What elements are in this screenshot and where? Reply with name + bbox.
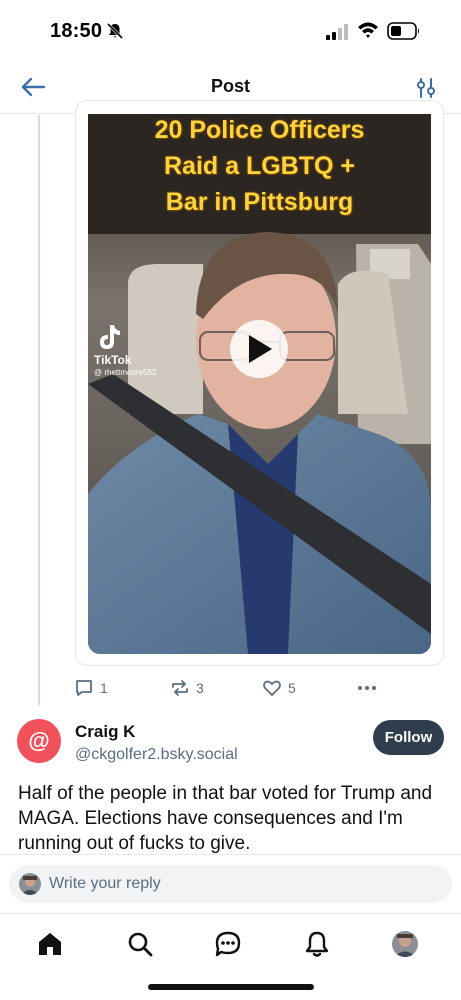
video-caption-line-3: Bar in Pittsburg bbox=[165, 188, 354, 216]
reply-input[interactable]: Write your reply bbox=[9, 865, 452, 903]
like-count: 5 bbox=[288, 680, 296, 696]
follow-button[interactable]: Follow bbox=[373, 720, 444, 755]
status-time: 18:50 bbox=[50, 20, 103, 42]
tiktok-label: TikTok bbox=[94, 353, 132, 367]
play-button[interactable] bbox=[230, 320, 288, 378]
repost-count: 3 bbox=[196, 680, 204, 696]
status-bar: 18:50 bbox=[0, 0, 461, 62]
reply-action[interactable]: 1 bbox=[74, 676, 108, 700]
author-display-name[interactable]: Craig K bbox=[75, 722, 135, 742]
bell-slash-icon bbox=[106, 22, 124, 40]
video-caption-line-2: Raid a LGBTQ + bbox=[163, 152, 355, 180]
user-avatar bbox=[19, 873, 41, 895]
repost-action[interactable]: 3 bbox=[170, 676, 204, 700]
tab-chat[interactable] bbox=[214, 930, 242, 958]
video-caption-line-1: 20 Police Officers bbox=[154, 116, 365, 144]
signal-icon bbox=[326, 24, 348, 40]
profile-avatar bbox=[392, 931, 418, 957]
tab-bar bbox=[0, 913, 461, 973]
chat-icon bbox=[215, 931, 241, 957]
battery-icon bbox=[387, 22, 419, 40]
reply-count: 1 bbox=[100, 680, 108, 696]
author-handle[interactable]: @ckgolfer2.bsky.social bbox=[75, 746, 238, 764]
tab-home[interactable] bbox=[36, 930, 64, 958]
tab-profile[interactable] bbox=[391, 930, 419, 958]
home-icon bbox=[39, 933, 61, 955]
thread-line bbox=[38, 115, 40, 705]
tab-search[interactable] bbox=[126, 930, 154, 958]
page-title: Post bbox=[210, 76, 250, 96]
post-text: Half of the people in that bar voted for… bbox=[18, 783, 433, 854]
tab-notifications[interactable] bbox=[303, 930, 331, 958]
video-thumbnail[interactable]: 20 Police Officers Raid a LGBTQ + Bar in… bbox=[88, 114, 431, 654]
filter-icon[interactable] bbox=[414, 76, 438, 100]
repost-icon bbox=[172, 680, 188, 696]
wifi-icon bbox=[358, 22, 378, 38]
post-actions: 1 3 5 bbox=[74, 676, 394, 700]
more-icon bbox=[358, 686, 376, 690]
play-icon bbox=[249, 335, 272, 363]
bell-icon bbox=[305, 931, 329, 957]
tiktok-username: @ rhettmoore552 bbox=[94, 368, 157, 377]
like-action[interactable]: 5 bbox=[262, 676, 296, 700]
like-icon bbox=[263, 680, 281, 696]
home-indicator bbox=[148, 984, 314, 990]
tiktok-logo-icon bbox=[100, 325, 120, 349]
more-options-button[interactable] bbox=[356, 676, 378, 700]
search-icon bbox=[128, 932, 153, 957]
reply-icon bbox=[76, 680, 92, 696]
author-avatar[interactable]: @ bbox=[17, 719, 61, 763]
reply-composer-bar: Write your reply bbox=[0, 854, 461, 914]
reply-placeholder: Write your reply bbox=[49, 875, 161, 892]
